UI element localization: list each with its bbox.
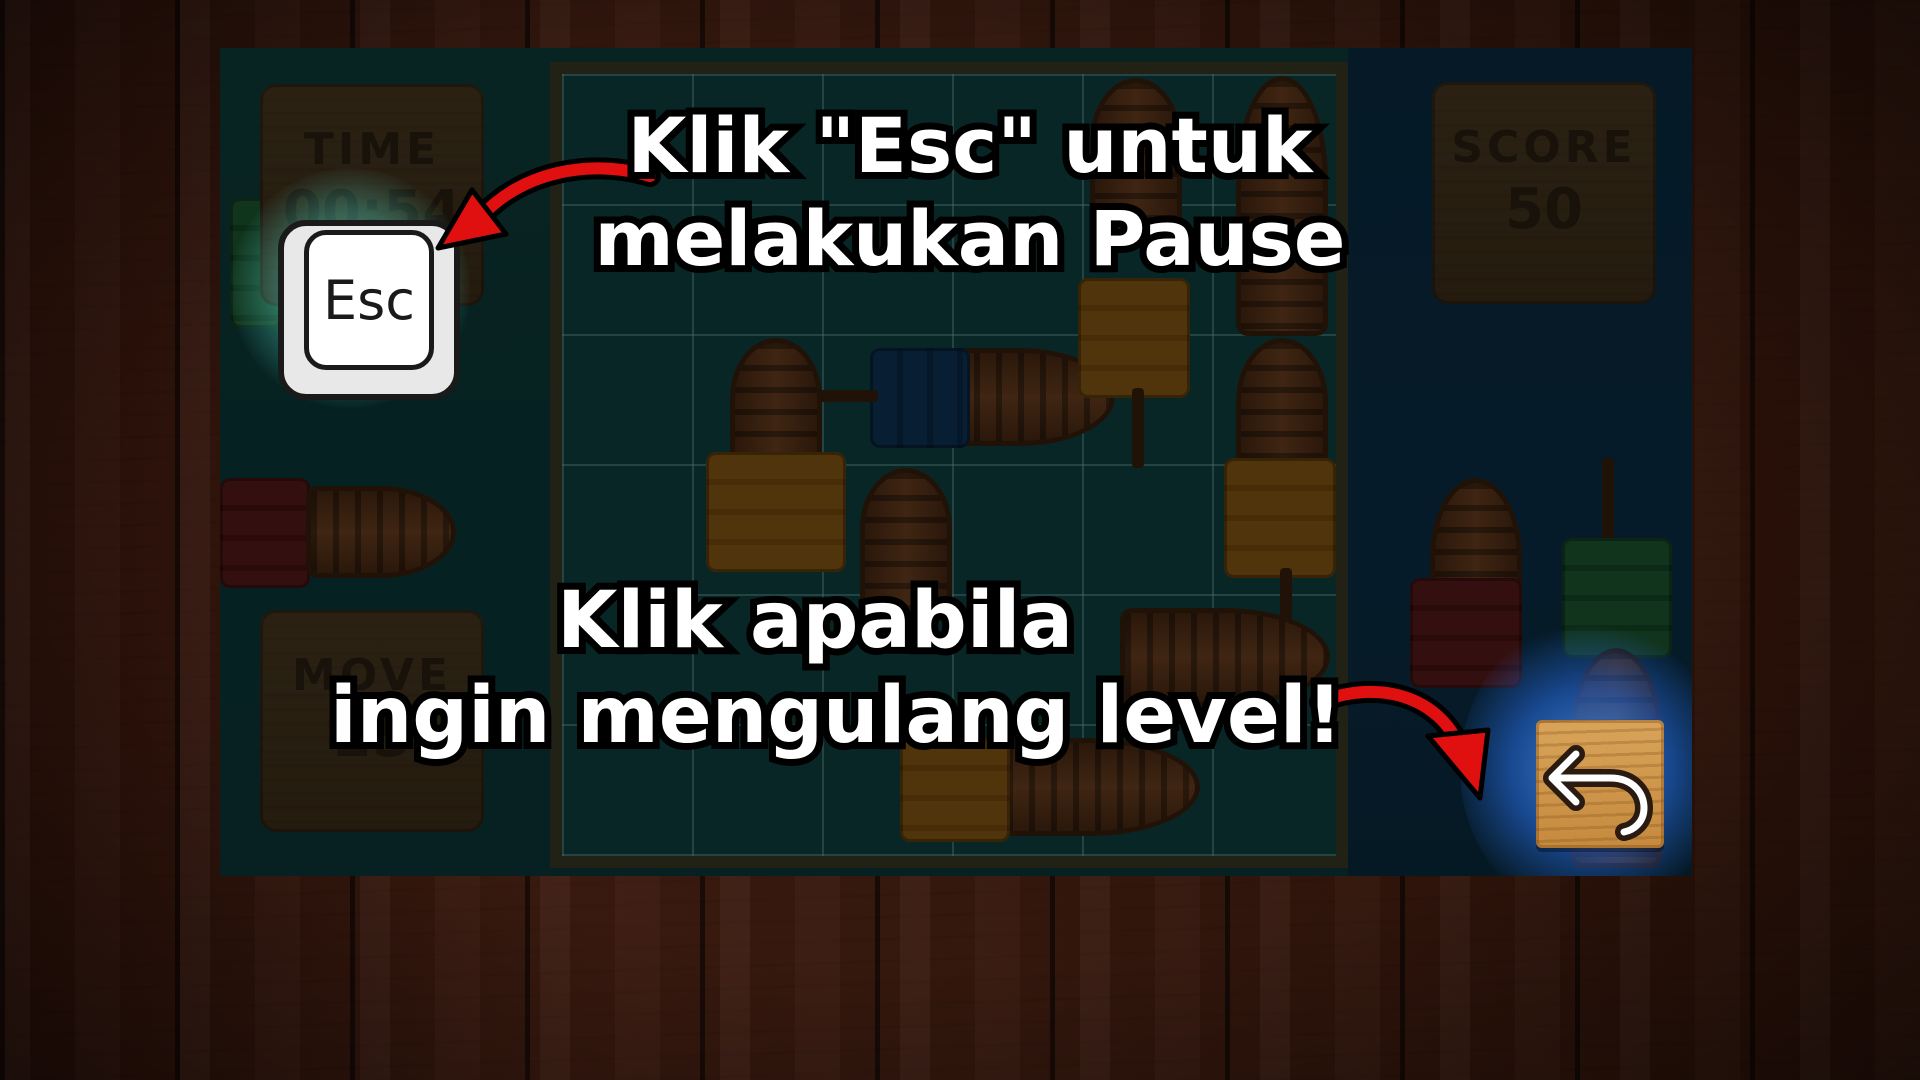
restart-instruction-line1: Klik apabila [550,569,1080,673]
pause-instruction-line1: Klik "Esc" untuk [620,94,1319,197]
pause-instruction: Klik "Esc" untuk melakukan Pause [588,94,1353,290]
pause-instruction-line2: melakukan Pause [588,187,1353,290]
restart-instruction-line2: ingin mengulang level! [323,664,1349,768]
restart-button[interactable] [1536,720,1664,848]
undo-arrow-icon [1543,745,1654,841]
restart-instruction: Klik apabila ingin mengulang level! [323,569,1349,768]
